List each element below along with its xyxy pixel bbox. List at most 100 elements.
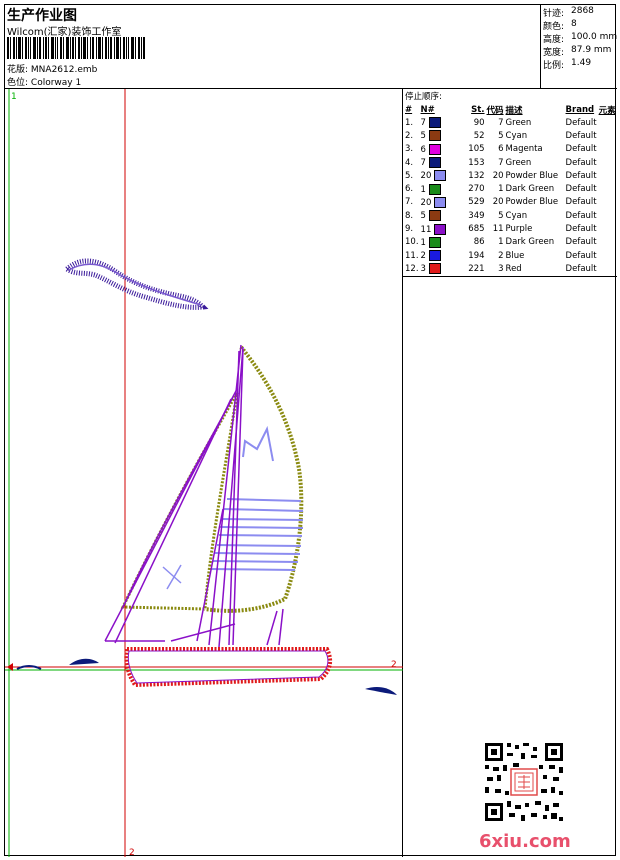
marker-2-right: 2: [391, 660, 397, 670]
col-st: St.: [471, 104, 485, 115]
colorway-value: Colorway 1: [30, 78, 82, 88]
cell-index: 5.: [405, 170, 414, 181]
cell-n: 20: [420, 169, 452, 182]
cell-brand: Default: [565, 210, 597, 221]
cloud-shape-inner: [68, 263, 202, 306]
cell-element: [598, 143, 617, 156]
cell-n-value: 20: [420, 197, 432, 208]
header-info: 生产作业图 Wilcom(汇家)装饰工作室 花版: MNA2612.emb 色位…: [5, 5, 541, 89]
color-swatch: [428, 210, 441, 222]
cell-element: [598, 262, 617, 275]
company-name: Wilcom(汇家)装饰工作室: [7, 27, 122, 38]
color-swatch: [434, 196, 447, 208]
stat-scale: 比例: 1.49: [543, 58, 591, 71]
color-swatch: [428, 236, 441, 248]
cell-brand: Default: [565, 130, 597, 141]
cell-brand: Default: [565, 144, 597, 155]
jib-sail-outline: [120, 392, 239, 611]
stat-value: 1.49: [571, 58, 592, 68]
table-row: 8. 5 349 5 Cyan Default: [404, 209, 617, 222]
cell-n: 6: [420, 143, 452, 156]
cell-index: 11.: [405, 250, 419, 261]
embroidery-preview: 1 2 2: [5, 89, 403, 857]
cell-code: 5: [498, 210, 504, 221]
cell-n-value: 7: [420, 118, 426, 129]
table-row: 5. 20 132 20 Powder Blue Default: [404, 169, 617, 182]
cell-st: 194: [468, 250, 485, 261]
stop-sequence-title: 停止顺序:: [405, 92, 442, 102]
cell-index: 3.: [405, 144, 414, 155]
page-title: 生产作业图: [7, 8, 77, 24]
wave-left: [69, 658, 99, 665]
cell-st: 529: [468, 197, 485, 208]
cell-st: 349: [468, 210, 485, 221]
cell-index: 2.: [405, 130, 414, 141]
color-swatch: [434, 223, 447, 235]
cell-element: [598, 249, 617, 262]
cell-n-value: 20: [420, 171, 432, 182]
barcode-image: [7, 37, 145, 59]
embroidery-drawing: 1 2 2: [5, 89, 403, 857]
cell-brand: Default: [565, 250, 597, 261]
color-swatch: [434, 170, 447, 182]
cell-code: 7: [498, 157, 504, 168]
cell-desc: Powder Blue: [505, 197, 559, 208]
table-row: 1. 7 90 7 Green Default: [404, 116, 617, 129]
cell-code: 7: [498, 117, 504, 128]
stats-panel: 针迹: 2868 颜色: 8 高度: 100.0 mm 宽度: 87.9 mm 比例: 1…: [541, 5, 617, 89]
stat-width: 宽度: 87.9 mm: [543, 45, 611, 58]
stat-label: 针迹:: [543, 9, 565, 19]
cell-st: 86: [473, 237, 485, 248]
cell-n-value: 5: [420, 131, 426, 142]
cell-code: 20: [492, 197, 504, 208]
color-swatch: [428, 157, 441, 169]
cell-desc: Red: [505, 263, 522, 274]
marker-1: 1: [11, 92, 17, 102]
stat-value: 2868: [571, 6, 594, 16]
colorway-label: 色位:: [7, 78, 29, 88]
cell-code: 11: [492, 224, 504, 235]
col-brand: Brand: [565, 104, 595, 115]
color-swatch: [428, 263, 441, 275]
sail-letter-x: [162, 564, 182, 590]
table-row: 3. 6 105 6 Magenta Default: [404, 143, 617, 156]
cell-code: 5: [498, 130, 504, 141]
cell-index: 12.: [405, 263, 419, 274]
cell-n: 2: [420, 249, 452, 262]
col-desc: 描述: [505, 105, 523, 116]
cell-code: 6: [498, 144, 504, 155]
cell-n: 11: [420, 222, 452, 235]
table-row: 7. 20 529 20 Powder Blue Default: [404, 196, 617, 209]
cell-n: 5: [420, 209, 452, 222]
cell-desc: Cyan: [505, 130, 528, 141]
color-swatch: [428, 183, 441, 195]
design-file-line: 花版: MNA2612.emb: [7, 62, 97, 75]
cloud-shape: [63, 258, 209, 310]
cell-brand: Default: [565, 117, 597, 128]
cell-element: [598, 182, 617, 195]
cell-st: 132: [468, 170, 485, 181]
color-swatch: [428, 117, 441, 129]
col-code: 代码: [486, 105, 504, 116]
cell-index: 4.: [405, 157, 414, 168]
cell-element: [598, 129, 617, 142]
watermark-logo: 6xiu.com: [479, 831, 571, 852]
cell-index: 6.: [405, 184, 414, 195]
cell-element: [598, 116, 617, 129]
main-sail-outline: [204, 345, 304, 613]
cell-brand: Default: [565, 170, 597, 181]
cell-st: 685: [468, 224, 485, 235]
cell-index: 8.: [405, 210, 414, 221]
cell-n-value: 1: [420, 237, 426, 248]
cell-st: 270: [468, 184, 485, 195]
cell-index: 1.: [405, 117, 414, 128]
stat-label: 比例:: [543, 61, 565, 71]
table-row: 10. 1 86 1 Dark Green Default: [404, 236, 617, 249]
cell-st: 153: [468, 157, 485, 168]
table-row: 12. 3 221 3 Red Default: [404, 262, 617, 275]
document-frame: 生产作业图 Wilcom(汇家)装饰工作室 花版: MNA2612.emb 色位…: [4, 4, 617, 857]
cell-element: [598, 209, 617, 222]
color-swatch: [428, 143, 441, 155]
stat-value: 8: [571, 19, 577, 29]
sail-stripes: [210, 498, 304, 571]
